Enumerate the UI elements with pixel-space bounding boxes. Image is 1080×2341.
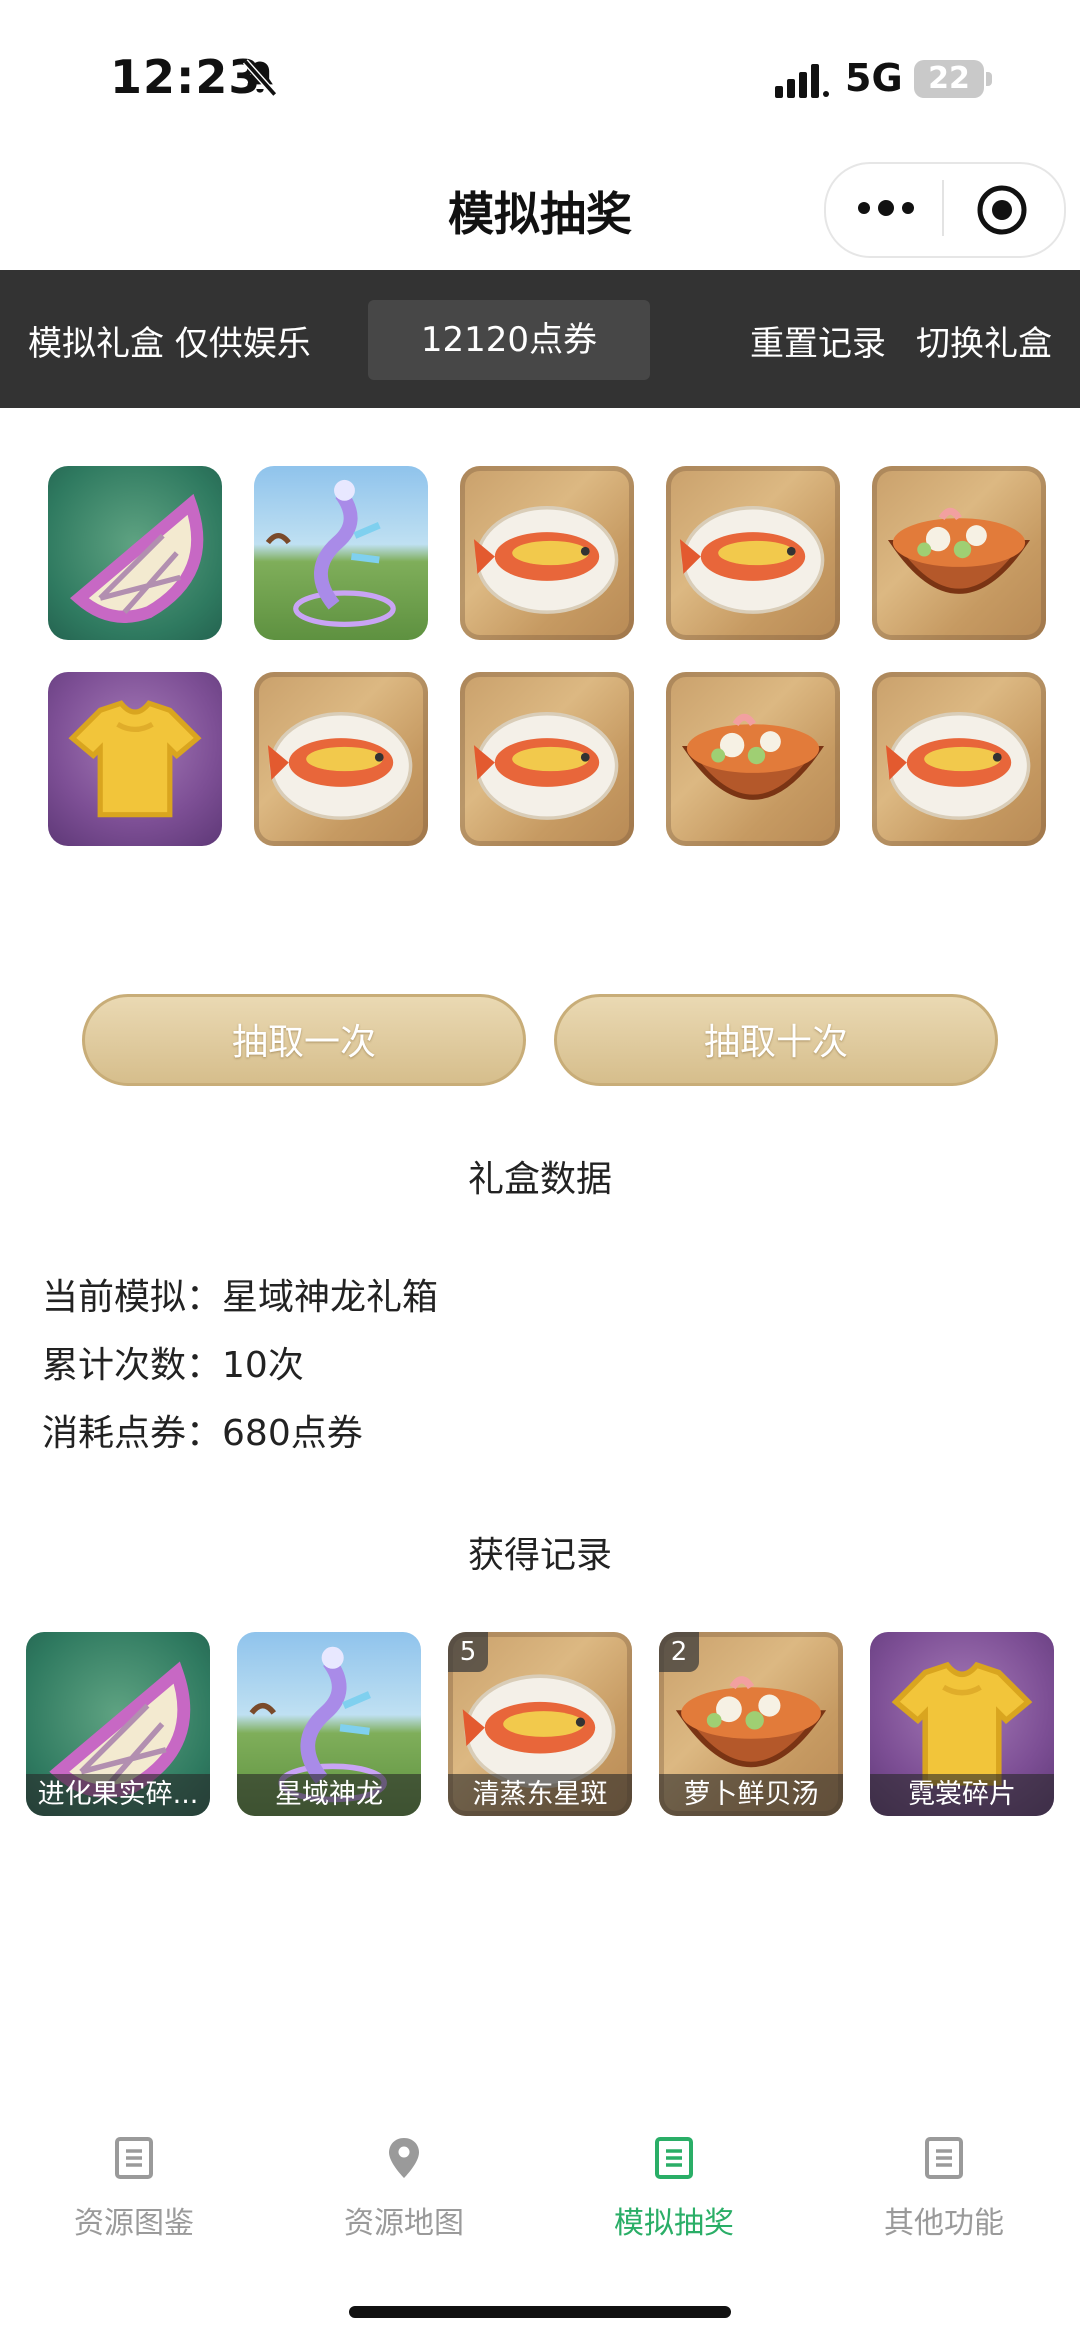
tab-label: 其他功能 <box>884 2206 1004 2241</box>
document-icon <box>115 2137 153 2179</box>
tab-label: 资源图鉴 <box>74 2206 194 2241</box>
points-balance: 12120点券 <box>368 300 650 380</box>
box-data-heading: 礼盒数据 <box>467 1159 612 1200</box>
steamed-fish-icon <box>460 672 634 846</box>
bell-muted-icon <box>242 59 278 97</box>
reset-records-button[interactable]: 重置记录 <box>750 316 886 365</box>
steamed-fish-art <box>885 712 1031 820</box>
cost-label: 消耗点券： <box>42 1413 223 1454</box>
record-item-name: 清蒸东星斑 <box>448 1774 632 1816</box>
record-item: 5 清蒸东星斑 <box>448 1632 632 1816</box>
record-item: 星域神龙 <box>237 1632 421 1816</box>
battery-tip <box>986 72 992 86</box>
tab-other-functions[interactable]: 其他功能 <box>844 2136 1044 2242</box>
cost-row: 消耗点券：680点券 <box>42 1404 363 1456</box>
evolution-fruit-fragment-art <box>70 493 204 623</box>
switch-gift-box-button[interactable]: 切换礼盒 <box>916 316 1052 365</box>
steamed-fish-art <box>473 712 619 820</box>
tab-simulated-draw[interactable]: 模拟抽奖 <box>574 2136 774 2242</box>
records-heading: 获得记录 <box>467 1535 612 1576</box>
record-item-name: 星域神龙 <box>237 1774 421 1816</box>
current-box-label: 当前模拟： <box>42 1277 223 1318</box>
tab-label: 模拟抽奖 <box>614 2206 734 2241</box>
entertainment-note: 模拟礼盒 仅供娱乐 <box>28 324 311 364</box>
tab-resource-gallery[interactable]: 资源图鉴 <box>34 2136 234 2242</box>
more-dots-icon[interactable] <box>856 196 916 220</box>
tab-label: 资源地图 <box>344 2206 464 2241</box>
radish-scallop-soup-icon <box>872 466 1046 640</box>
star-dragon-icon <box>254 466 428 640</box>
steamed-fish-icon <box>254 672 428 846</box>
capsule-divider <box>942 180 944 236</box>
steamed-fish-art <box>473 506 619 614</box>
tab-resource-map[interactable]: 资源地图 <box>304 2136 504 2242</box>
record-item: 进化果实碎... <box>26 1632 210 1816</box>
map-pin-icon <box>389 2138 419 2178</box>
draw-ten-button[interactable]: 抽取十次 <box>554 994 998 1086</box>
steamed-fish-icon <box>666 466 840 640</box>
record-item: 2 萝卜鲜贝汤 <box>659 1632 843 1816</box>
network-type: 5G <box>845 56 903 100</box>
nichang-fragment-icon <box>48 672 222 846</box>
draw-count-value: 10次 <box>222 1345 304 1386</box>
draw-count-row: 累计次数：10次 <box>42 1336 304 1388</box>
star-dragon-art <box>265 479 396 627</box>
radish-scallop-soup-icon <box>666 672 840 846</box>
record-count-badge: 5 <box>448 1632 488 1672</box>
record-count-badge: 2 <box>659 1632 699 1672</box>
signal-icon <box>775 64 829 98</box>
evolution-fruit-fragment-icon <box>48 466 222 640</box>
document-icon <box>925 2137 963 2179</box>
radish-scallop-soup-art <box>887 507 1031 594</box>
document-icon <box>655 2137 693 2179</box>
record-item-name: 霓裳碎片 <box>870 1774 1054 1816</box>
current-box-row: 当前模拟：星域神龙礼箱 <box>42 1268 438 1320</box>
draw-once-button[interactable]: 抽取一次 <box>82 994 526 1086</box>
nichang-fragment-art <box>68 700 202 818</box>
draw-count-label: 累计次数： <box>42 1345 223 1386</box>
battery-level: 22 <box>914 60 984 98</box>
steamed-fish-icon <box>872 672 1046 846</box>
record-item-name: 萝卜鲜贝汤 <box>659 1774 843 1816</box>
steamed-fish-art <box>267 712 413 820</box>
home-indicator <box>349 2306 731 2318</box>
close-target-icon[interactable] <box>974 182 1030 238</box>
cost-value: 680点券 <box>222 1413 363 1454</box>
record-item: 霓裳碎片 <box>870 1632 1054 1816</box>
steamed-fish-icon <box>460 466 634 640</box>
current-box-value: 星域神龙礼箱 <box>222 1277 439 1318</box>
radish-scallop-soup-art <box>681 713 825 800</box>
steamed-fish-art <box>679 506 825 614</box>
record-item-name: 进化果实碎... <box>26 1774 210 1816</box>
